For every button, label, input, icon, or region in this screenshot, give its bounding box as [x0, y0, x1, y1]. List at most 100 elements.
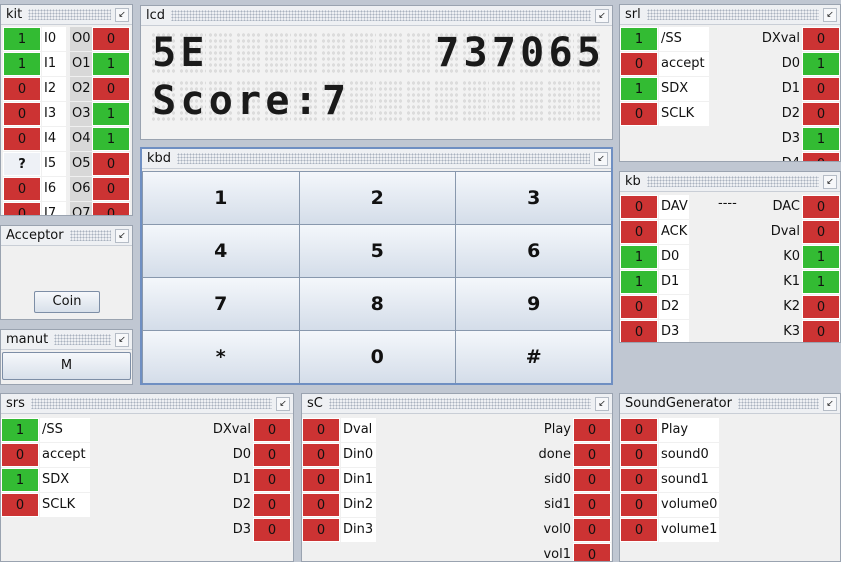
lcd-char-cell: :: [292, 78, 319, 124]
sc-titlebar[interactable]: sC ↙: [302, 394, 612, 414]
manut-body: M: [1, 350, 132, 384]
restore-window-icon[interactable]: ↙: [115, 228, 129, 243]
kbd-titlebar[interactable]: kbd ↙: [142, 149, 611, 169]
m-button[interactable]: M: [2, 352, 131, 380]
pin-value-cell: 0: [802, 77, 840, 101]
lcd-char-cell: [320, 32, 348, 74]
output-value-cell: 0: [92, 202, 130, 215]
kit-titlebar[interactable]: kit ↙: [1, 5, 132, 25]
output-pin-label: O2: [70, 77, 92, 101]
pin-value-cell: 0: [802, 152, 840, 161]
restore-window-icon[interactable]: ↙: [823, 7, 837, 22]
input-value-cell[interactable]: 1: [3, 52, 41, 76]
keypad-key-1[interactable]: 1: [142, 171, 300, 225]
srs-titlebar[interactable]: srs ↙: [1, 394, 293, 414]
pin-label: sid1: [544, 497, 571, 512]
keypad-key-6[interactable]: 6: [455, 224, 611, 278]
lcd-char-cell: E: [179, 30, 206, 76]
pin-value-cell: 0: [802, 295, 840, 319]
pin-value-cell: 0: [620, 443, 658, 467]
pin-label: sid0: [544, 472, 571, 487]
input-value-cell[interactable]: 1: [3, 27, 41, 51]
restore-window-icon[interactable]: ↙: [276, 396, 290, 411]
input-value-cell[interactable]: 0: [3, 177, 41, 201]
pin-value-cell: 0: [802, 220, 840, 244]
coin-button[interactable]: Coin: [34, 291, 100, 313]
pin-label: D1: [781, 81, 800, 96]
pin-value-cell: 0: [302, 443, 340, 467]
keypad-key-0[interactable]: 0: [298, 330, 456, 383]
lcd-char-cell: o: [207, 78, 234, 124]
pin-label: vol1: [543, 547, 571, 561]
pin-value-cell: 0: [573, 418, 611, 442]
kb-titlebar[interactable]: kb ↙: [620, 172, 840, 192]
pin-value-cell: 1: [620, 245, 658, 269]
keypad-key-8[interactable]: 8: [298, 277, 456, 331]
pin-label: sound1: [659, 468, 719, 492]
manut-titlebar[interactable]: manut ↙: [1, 330, 132, 350]
lcd-char-cell: [292, 32, 319, 74]
sc-body: 0 Dval 0 Din0 0 Din1 0 Din2 0 Din3 Play 0 done 0 sid0 0…: [302, 414, 612, 561]
pin-value-cell: 0: [573, 493, 611, 517]
input-value-cell[interactable]: 0: [3, 127, 41, 151]
restore-window-icon[interactable]: ↙: [823, 174, 837, 189]
soundgenerator-titlebar[interactable]: SoundGenerator ↙: [620, 394, 840, 414]
keypad-key-hash[interactable]: #: [455, 330, 611, 383]
pin-value-cell: 0: [302, 518, 340, 542]
input-value-cell[interactable]: 0: [3, 102, 41, 126]
input-value-cell[interactable]: ?: [3, 152, 41, 176]
pin-label: volume1: [659, 518, 719, 542]
output-pin-label: O0: [70, 27, 92, 51]
restore-window-icon[interactable]: ↙: [595, 8, 609, 23]
restore-window-icon[interactable]: ↙: [115, 7, 129, 22]
pin-label: vol0: [543, 522, 571, 537]
keypad-key-7[interactable]: 7: [142, 277, 300, 331]
restore-window-icon[interactable]: ↙: [823, 396, 837, 411]
pin-value-cell: 1: [620, 77, 658, 101]
input-pin-label: I0: [42, 27, 66, 51]
manut-window: manut ↙ M: [0, 329, 133, 385]
lcd-char-cell: [235, 32, 263, 74]
restore-window-icon[interactable]: ↙: [595, 396, 609, 411]
pin-label: SCLK: [659, 102, 709, 126]
lcd-titlebar[interactable]: lcd ↙: [141, 6, 612, 26]
output-value-cell: 0: [92, 27, 130, 51]
pin-label: volume0: [659, 493, 719, 517]
input-value-cell[interactable]: 0: [3, 202, 41, 215]
lcd-char-cell: [405, 80, 433, 122]
keypad-key-star[interactable]: *: [142, 330, 300, 383]
pin-value-cell: 0: [253, 443, 291, 467]
keypad-key-5[interactable]: 5: [298, 224, 456, 278]
output-value-cell: 0: [92, 152, 130, 176]
lcd-char-cell: 7: [490, 30, 518, 76]
srl-titlebar[interactable]: srl ↙: [620, 5, 840, 25]
output-value-cell: 1: [92, 127, 130, 151]
lcd-char-cell: [207, 32, 234, 74]
input-value-cell[interactable]: 0: [3, 77, 41, 101]
pin-value-cell: 1: [802, 270, 840, 294]
keypad-key-3[interactable]: 3: [455, 171, 611, 225]
lcd-char-cell: [434, 80, 461, 122]
kb-body: ---- 0 DAV 0 ACK 1 D0 1 D1 0 D2 0 D3 DAC 0 Dval 0 K0 1 K1 1…: [620, 192, 840, 342]
pin-label: SDX: [659, 77, 709, 101]
pin-value-cell: 0: [253, 493, 291, 517]
window-title: srs: [6, 396, 29, 411]
pin-value-cell: 1: [620, 27, 658, 51]
keypad-key-2[interactable]: 2: [298, 171, 456, 225]
lcd-char-cell: [462, 80, 489, 122]
pin-label: accept: [40, 443, 90, 467]
pin-label: D0: [232, 447, 251, 462]
output-pin-label: O1: [70, 52, 92, 76]
window-title: Acceptor: [6, 228, 68, 243]
keypad-key-4[interactable]: 4: [142, 224, 300, 278]
output-value-cell: 0: [92, 177, 130, 201]
pin-value-cell: 1: [802, 245, 840, 269]
lcd-char-cell: 0: [519, 30, 546, 76]
restore-window-icon[interactable]: ↙: [594, 151, 608, 166]
acceptor-titlebar[interactable]: Acceptor ↙: [1, 226, 132, 246]
restore-window-icon[interactable]: ↙: [115, 332, 129, 347]
pin-value-cell: 0: [253, 518, 291, 542]
pin-label: D2: [659, 295, 689, 319]
pin-value-cell: 0: [620, 493, 658, 517]
keypad-key-9[interactable]: 9: [455, 277, 611, 331]
